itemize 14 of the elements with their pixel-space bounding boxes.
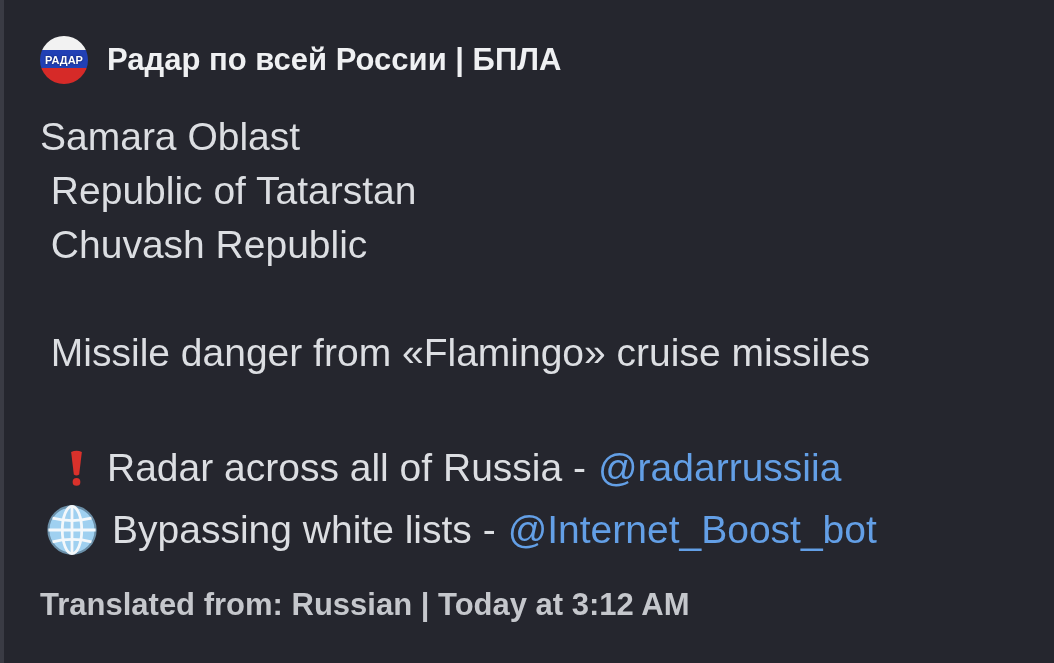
mention-link[interactable]: @radarrussiia [598,439,842,496]
message-line: Republic of Tatarstan [49,168,417,214]
translation-footer: Translated from: Russian | Today at 3:12 AM [40,588,690,622]
message-line: Missile danger from «Flamingo» cruise missiles [49,330,871,376]
mention-link[interactable]: @Internet_Boost_bot [507,501,877,558]
message-line: Samara Oblast [40,114,301,160]
message-text: Bypassing white lists - [112,507,496,553]
globe-icon [47,504,97,555]
exclamation-icon [69,448,84,487]
message-text: Radar across all of Russia - [107,445,586,491]
logo-text: РАДАР [45,54,83,66]
avatar-image[interactable]: РАДАР [40,36,88,84]
message-line: Chuvash Republic [49,222,368,268]
author-name[interactable]: Радар по всей России | БПЛА [107,36,562,84]
